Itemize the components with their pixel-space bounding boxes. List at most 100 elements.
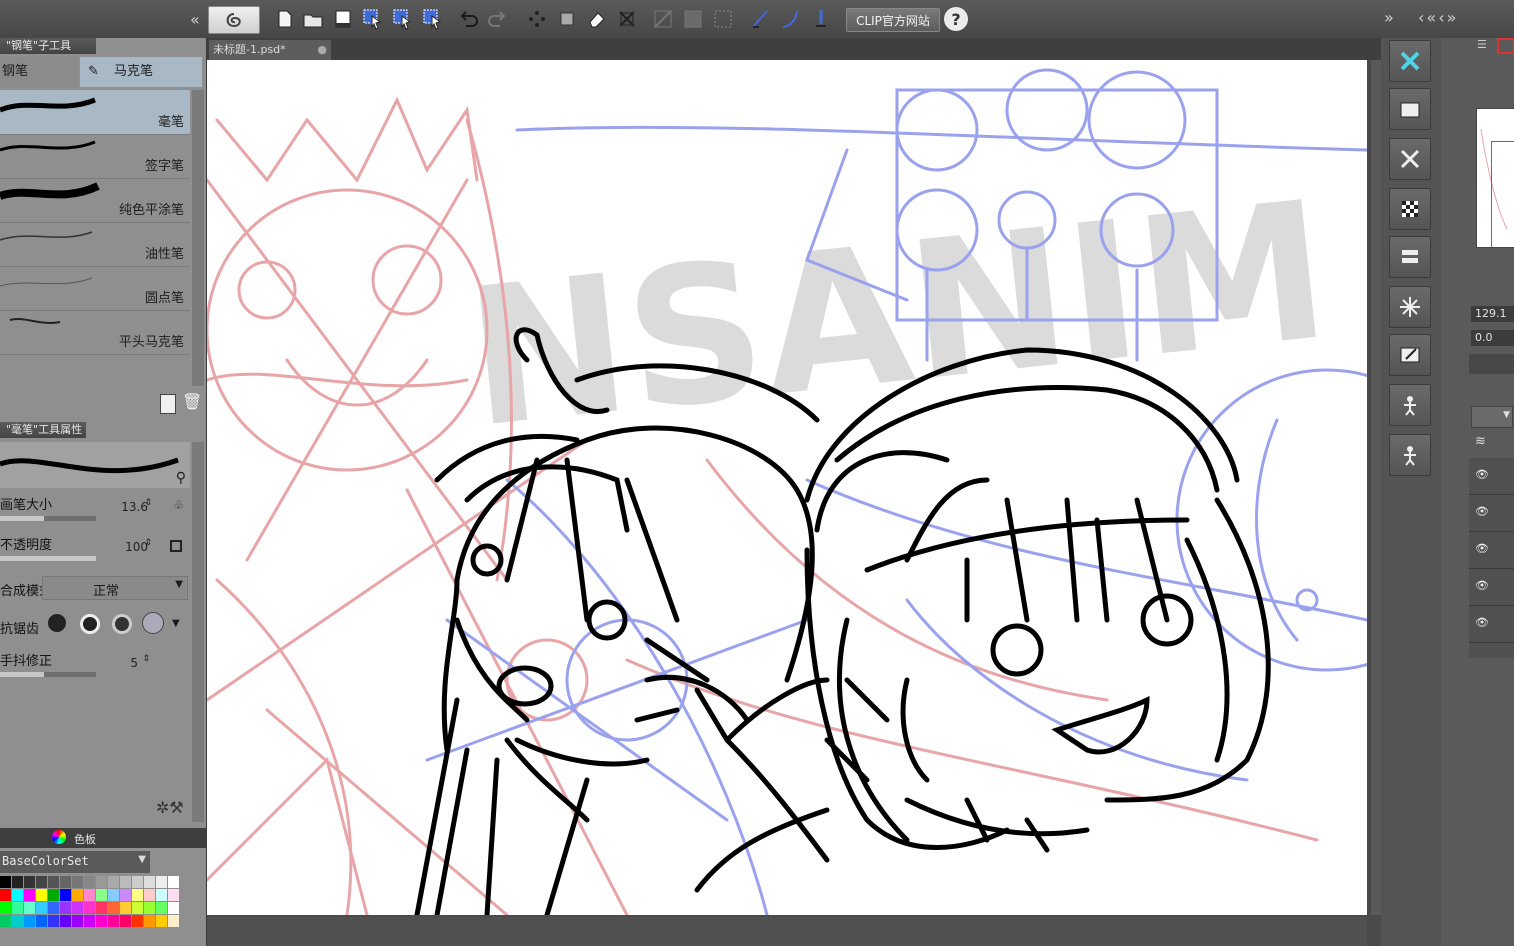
brush-item-maobi[interactable]: 毫笔 xyxy=(0,90,190,135)
color-swatch[interactable] xyxy=(0,889,11,901)
close-tab-icon[interactable]: ● xyxy=(317,40,327,60)
layer-row[interactable]: 👁 xyxy=(1469,495,1514,532)
right-tool-button-1[interactable] xyxy=(1389,40,1431,82)
color-swatch[interactable] xyxy=(132,902,143,914)
magnifier-icon[interactable]: ⚲ xyxy=(176,470,186,486)
open-file-button[interactable] xyxy=(300,6,326,32)
color-swatch[interactable] xyxy=(84,889,95,901)
antialias-strong-icon[interactable] xyxy=(142,612,164,634)
color-swatch[interactable] xyxy=(84,876,95,888)
subtab-pen[interactable]: 钢笔 xyxy=(0,57,78,87)
layer-blend-select[interactable]: ▼ xyxy=(1471,406,1513,428)
color-swatch[interactable] xyxy=(120,915,131,927)
color-swatch[interactable] xyxy=(108,902,119,914)
property-scrollbar[interactable] xyxy=(192,442,204,822)
color-swatch[interactable] xyxy=(48,889,59,901)
brush-item-solid-fill[interactable]: 纯色平涂笔 xyxy=(0,178,190,223)
right-tool-button-2[interactable] xyxy=(1389,88,1431,130)
color-swatch[interactable] xyxy=(60,915,71,927)
antialias-none-icon[interactable] xyxy=(48,614,66,632)
eraser-selection-button[interactable] xyxy=(584,6,610,32)
angle-field[interactable]: 0.0 xyxy=(1471,330,1514,346)
color-swatch[interactable] xyxy=(12,915,23,927)
color-swatch[interactable] xyxy=(120,902,131,914)
navigator-thumbnail[interactable] xyxy=(1476,108,1514,248)
color-swatch[interactable] xyxy=(12,902,23,914)
spinner-icon[interactable]: ⇕ xyxy=(144,538,152,548)
clip-website-button[interactable]: CLIP官方网站 xyxy=(846,8,940,32)
color-swatch[interactable] xyxy=(48,915,59,927)
help-button[interactable]: ? xyxy=(944,7,968,31)
color-swatch[interactable] xyxy=(96,889,107,901)
color-swatch[interactable] xyxy=(108,889,119,901)
color-swatch[interactable] xyxy=(120,889,131,901)
color-swatch[interactable] xyxy=(144,889,155,901)
clear-button[interactable] xyxy=(524,6,550,32)
color-swatch[interactable] xyxy=(132,915,143,927)
select-subtract-button[interactable] xyxy=(420,6,446,32)
color-swatch[interactable] xyxy=(0,902,11,914)
color-swatch[interactable] xyxy=(168,876,179,888)
eye-icon[interactable]: 👁 xyxy=(1475,579,1489,592)
right-tool-button-9[interactable] xyxy=(1389,434,1431,476)
zoom-field[interactable]: 129.1 xyxy=(1471,306,1514,322)
color-swatch[interactable] xyxy=(60,902,71,914)
color-swatch[interactable] xyxy=(24,889,35,901)
stabilization-slider[interactable] xyxy=(0,672,96,677)
color-swatch[interactable] xyxy=(144,876,155,888)
color-swatch[interactable] xyxy=(168,902,179,914)
color-swatch[interactable] xyxy=(24,915,35,927)
eye-icon[interactable]: 👁 xyxy=(1475,616,1489,629)
stabilization-value[interactable]: 5 xyxy=(130,656,138,670)
color-wheel-icon[interactable] xyxy=(52,830,66,844)
color-swatch[interactable] xyxy=(96,902,107,914)
layer-list-icon[interactable]: ≋ xyxy=(1475,434,1486,449)
color-swatch[interactable] xyxy=(72,889,83,901)
color-swatch[interactable] xyxy=(60,876,71,888)
brush-item-signature[interactable]: 签字笔 xyxy=(0,134,190,179)
blend-mode-select[interactable]: 正常 ▼ xyxy=(42,576,188,600)
color-swatch[interactable] xyxy=(36,902,47,914)
brush-item-oil[interactable]: 油性笔 xyxy=(0,222,190,267)
tone-button[interactable] xyxy=(650,6,676,32)
color-swatch[interactable] xyxy=(96,876,107,888)
color-swatch[interactable] xyxy=(72,876,83,888)
brush-item-flat-marker[interactable]: 平头马克笔 xyxy=(0,310,190,355)
color-swatch[interactable] xyxy=(96,915,107,927)
snap-pen-button[interactable] xyxy=(808,6,834,32)
expand-right-icon[interactable]: » xyxy=(1384,8,1394,27)
select-add-button[interactable] xyxy=(390,6,416,32)
color-swatch[interactable] xyxy=(84,915,95,927)
color-swatch[interactable] xyxy=(144,902,155,914)
eye-icon[interactable]: 👁 xyxy=(1475,505,1489,518)
color-set-select[interactable]: BaseColorSet ▼ xyxy=(0,851,150,873)
color-swatch[interactable] xyxy=(0,915,11,927)
panel-menu-icon[interactable]: ☰ xyxy=(1477,38,1487,51)
right-tool-button-8[interactable] xyxy=(1389,384,1431,426)
color-swatch[interactable] xyxy=(132,889,143,901)
collapse-left-icon[interactable]: « xyxy=(190,10,200,29)
panel-nav-icons[interactable]: ‹«‹» xyxy=(1418,8,1458,27)
grid-button[interactable] xyxy=(710,6,736,32)
color-swatch[interactable] xyxy=(156,889,167,901)
canvas-vertical-scrollbar[interactable] xyxy=(1371,60,1381,915)
new-file-button[interactable] xyxy=(272,6,298,32)
color-swatch[interactable] xyxy=(72,902,83,914)
snap-curve-button[interactable] xyxy=(778,6,804,32)
opacity-slider[interactable] xyxy=(0,556,96,561)
color-swatch[interactable] xyxy=(24,876,35,888)
right-tool-button-5[interactable] xyxy=(1389,236,1431,278)
undo-button[interactable] xyxy=(456,6,482,32)
color-swatch[interactable] xyxy=(156,902,167,914)
color-swatch[interactable] xyxy=(144,915,155,927)
spinner-icon[interactable]: ⇕ xyxy=(142,654,150,664)
color-swatch[interactable] xyxy=(36,915,47,927)
select-tool-button[interactable] xyxy=(360,6,386,32)
right-tool-button-3[interactable] xyxy=(1389,138,1431,180)
antialias-medium-icon[interactable] xyxy=(112,614,132,634)
spinner-icon[interactable]: ⇕ xyxy=(144,498,152,508)
right-tool-button-4[interactable] xyxy=(1389,188,1431,230)
color-swatch[interactable] xyxy=(60,889,71,901)
color-swatch[interactable] xyxy=(120,876,131,888)
color-swatch[interactable] xyxy=(168,889,179,901)
